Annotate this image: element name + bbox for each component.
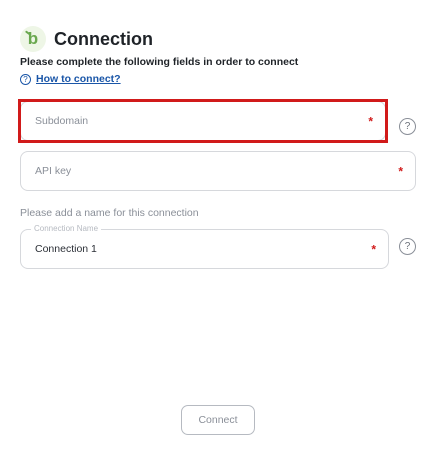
page-subtitle: Please complete the following fields in … (20, 56, 299, 68)
connection-name-value: Connection 1 (35, 243, 97, 255)
connection-name-legend: Connection Name (31, 224, 102, 233)
header: b Connection (20, 26, 153, 52)
subdomain-required-mark: * (368, 114, 373, 129)
api-key-field[interactable]: API key * (20, 151, 416, 191)
question-circle-icon: ? (20, 73, 31, 85)
connection-name-help-icon[interactable]: ? (399, 238, 416, 255)
api-key-required-mark: * (398, 164, 403, 179)
how-to-connect-row[interactable]: ? How to connect? (20, 73, 121, 85)
subdomain-help-icon[interactable]: ? (399, 118, 416, 135)
connection-name-field[interactable]: Connection Name Connection 1 * (20, 224, 389, 269)
connection-name-required-mark: * (371, 242, 376, 257)
page-title: Connection (54, 28, 153, 49)
subdomain-placeholder: Subdomain (35, 115, 89, 127)
brand-logo-icon: b (20, 26, 46, 52)
connection-name-prompt: Please add a name for this connection (20, 207, 199, 219)
subdomain-field[interactable]: Subdomain * (20, 101, 386, 141)
api-key-placeholder: API key (35, 165, 72, 177)
connect-button[interactable]: Connect (181, 405, 255, 435)
how-to-connect-link[interactable]: How to connect? (36, 73, 121, 85)
